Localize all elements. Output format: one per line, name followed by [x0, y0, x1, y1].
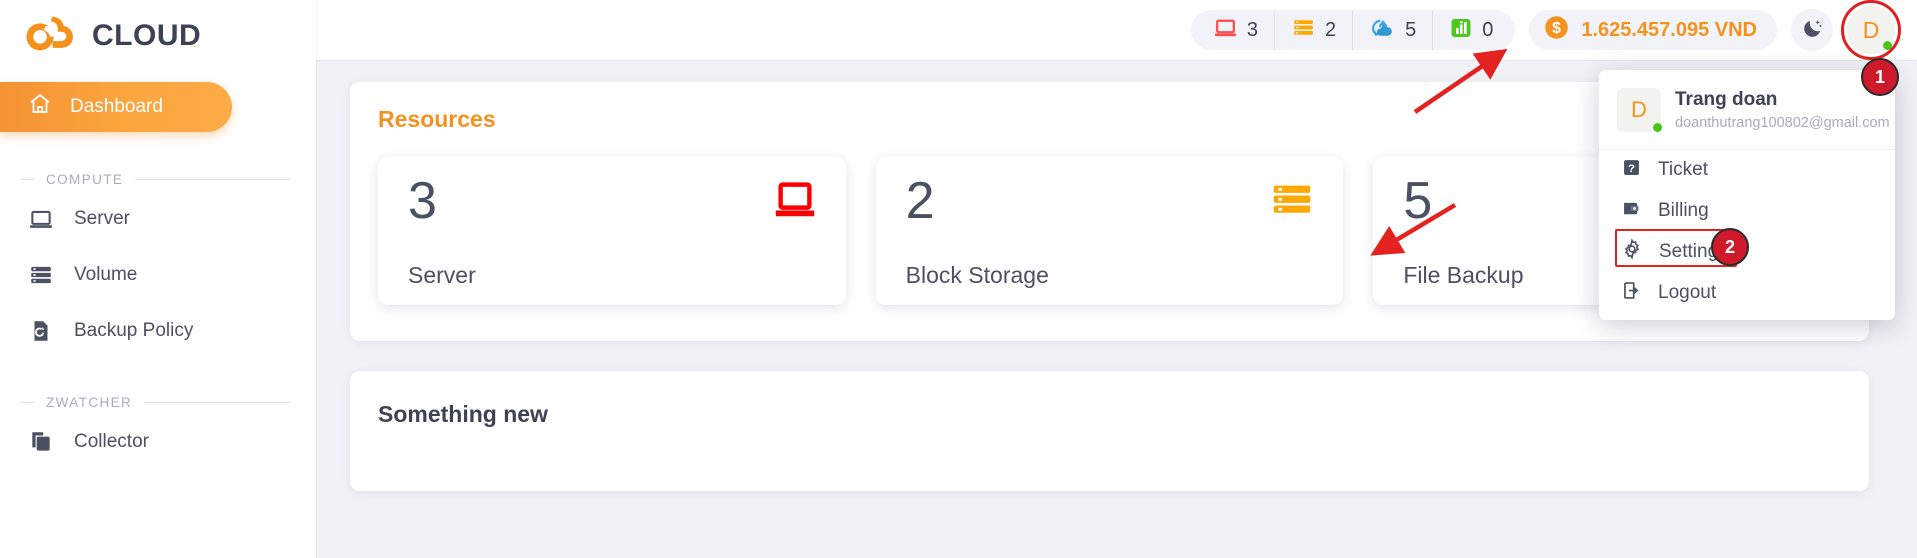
brand-logo-area[interactable]: CLOUD [0, 0, 316, 70]
sidebar-item-label: Server [74, 208, 130, 229]
dark-mode-toggle[interactable] [1791, 9, 1833, 51]
user-name: Trang doan [1675, 89, 1778, 110]
stat-value: 5 [1405, 18, 1417, 41]
svg-text:?: ? [1628, 163, 1635, 175]
backup-restore-icon [28, 318, 54, 344]
card-label: Block Storage [905, 262, 1049, 288]
stat-servers[interactable]: 3 [1197, 10, 1274, 50]
sidebar-item-label: Collector [74, 431, 149, 452]
menu-item-label: Billing [1658, 200, 1709, 222]
news-title: Something new [378, 401, 548, 427]
stat-monitoring[interactable]: 0 [1432, 10, 1509, 50]
section-title: ZWATCHER [46, 395, 133, 410]
brand-name: CLOUD [92, 19, 202, 52]
user-avatar-button[interactable]: D [1841, 0, 1901, 60]
sidebar-item-label: Volume [74, 264, 138, 285]
badge-number: 2 [1724, 236, 1735, 257]
sidebar-item-collector[interactable]: Collector [0, 418, 316, 466]
card-value: 2 [905, 172, 935, 230]
logout-arrow-icon [1621, 280, 1642, 307]
copy-layers-icon [28, 429, 54, 455]
card-top: 3 [408, 175, 818, 227]
laptop-icon [28, 206, 54, 232]
stat-value: 2 [1324, 18, 1337, 41]
sidebar-item-dashboard[interactable]: Dashboard [0, 82, 232, 132]
stat-value: 0 [1482, 18, 1494, 41]
online-status-dot [1882, 40, 1893, 51]
menu-item-label: Logout [1658, 282, 1717, 304]
menu-user-info: Trang doan doanthutrang100802@gmail.com [1675, 88, 1890, 133]
balance-value: 1.625.457.095 VND [1581, 18, 1757, 41]
stat-block-storage[interactable]: 2 [1273, 10, 1352, 50]
user-dropdown-menu: D Trang doan doanthutrang100802@gmail.co… [1599, 70, 1895, 320]
svg-text:$: $ [1552, 20, 1561, 37]
gear-icon [1621, 238, 1643, 266]
question-mark-icon: ? [1621, 157, 1642, 184]
dollar-coin-icon: $ [1543, 14, 1570, 46]
cloud-logo-icon [24, 11, 78, 61]
sidebar: CLOUD Dashboard COMPUTE Server Volume Ba… [0, 0, 316, 558]
card-label: Server [408, 262, 476, 288]
block-storage-icon [1269, 176, 1315, 227]
laptop-icon [1213, 15, 1238, 45]
sidebar-item-server[interactable]: Server [0, 195, 316, 243]
card-value: 3 [408, 172, 437, 230]
menu-item-logout[interactable]: Logout [1599, 273, 1895, 314]
user-email: doanthutrang100802@gmail.com [1675, 114, 1890, 131]
sidebar-item-label: Backup Policy [74, 320, 194, 341]
avatar-initial: D [1862, 16, 1880, 43]
sidebar-item-volume[interactable]: Volume [0, 251, 316, 299]
annotation-step-1: 1 [1861, 58, 1899, 96]
sidebar-item-label: Dashboard [70, 96, 163, 117]
sidebar-item-backup-policy[interactable]: Backup Policy [0, 307, 316, 355]
laptop-icon [772, 176, 818, 227]
resource-stats-pill: 3 2 5 0 [1190, 10, 1516, 50]
card-value: 5 [1403, 172, 1433, 230]
storage-icon [28, 262, 54, 288]
menu-user-header[interactable]: D Trang doan doanthutrang100802@gmail.co… [1599, 70, 1895, 150]
section-title: COMPUTE [46, 172, 124, 187]
menu-item-ticket[interactable]: ? Ticket [1599, 150, 1895, 191]
menu-item-label: Ticket [1658, 159, 1708, 181]
moon-stars-icon [1801, 17, 1824, 43]
resource-card-server[interactable]: 3 Server [378, 157, 846, 305]
cloud-backup-icon [1369, 15, 1396, 45]
online-status-dot [1652, 122, 1663, 134]
home-icon [28, 92, 52, 122]
badge-number: 1 [1874, 66, 1885, 87]
sidebar-section-compute: COMPUTE [20, 172, 290, 187]
avatar-initial: D [1631, 97, 1647, 123]
wallet-icon [1621, 198, 1642, 225]
resource-card-block-storage[interactable]: 2 Block Storage [875, 157, 1344, 305]
dashboard-page: CLOUD Dashboard COMPUTE Server Volume Ba… [0, 0, 1917, 558]
account-balance[interactable]: $ 1.625.457.095 VND [1529, 10, 1777, 50]
block-storage-icon [1291, 15, 1316, 45]
stat-value: 3 [1246, 18, 1258, 41]
sidebar-section-zwatcher: ZWATCHER [20, 395, 290, 410]
card-top: 2 [906, 175, 1316, 227]
menu-item-billing[interactable]: Billing [1599, 191, 1895, 232]
top-bar: 3 2 5 0 $ 1.625.457.095 VND D [316, 0, 1917, 60]
bar-chart-icon [1449, 16, 1473, 45]
stat-file-backup[interactable]: 5 [1352, 10, 1432, 50]
news-panel: Something new [350, 371, 1869, 491]
annotation-step-2: 2 [1711, 228, 1749, 266]
menu-avatar-wrap: D [1617, 88, 1663, 134]
